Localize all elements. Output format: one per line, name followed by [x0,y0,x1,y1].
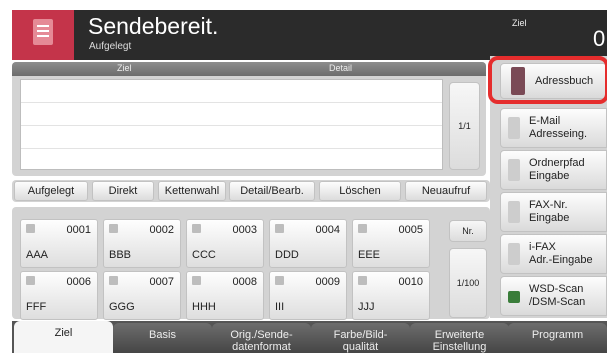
email-entry-button[interactable]: E-Mail Adresseing. [500,108,607,148]
contact-icon [275,224,284,233]
column-ziel: Ziel [117,63,132,73]
scanner-icon [508,291,520,303]
tab-basis[interactable]: Basis [113,323,212,353]
kettenwahl-button[interactable]: Kettenwahl [158,181,226,201]
folder-icon [508,159,520,181]
tab-program[interactable]: Programm [508,323,607,353]
contact-icon [275,276,284,285]
destination-count: 0 [593,26,606,51]
detail-edit-button[interactable]: Detail/Bearb. [229,181,315,201]
tab-original-format[interactable]: Orig./Sende-datenformat [212,323,311,353]
destination-label: Ziel [512,18,527,28]
tab-advanced-settings[interactable]: Erweiterte Einstellung [410,323,509,353]
destination-list[interactable] [20,79,443,170]
contact-icon [109,276,118,285]
one-touch-key[interactable]: 0005 EEE [352,219,430,268]
fax-number-button[interactable]: FAX-Nr. Eingabe [500,192,607,232]
recall-button[interactable]: Neuaufruf [405,181,487,201]
contact-icon [109,224,118,233]
one-touch-key[interactable]: 0004 DDD [269,219,347,268]
number-search-button[interactable]: Nr. [449,220,487,242]
folder-path-button[interactable]: Ordnerpfad Eingabe [500,150,607,190]
one-touch-key[interactable]: 0003 CCC [186,219,264,268]
one-touch-key[interactable]: 0001 AAA [20,219,98,268]
one-touch-key[interactable]: 0006 FFF [20,271,98,320]
fax-icon [508,201,520,223]
one-touch-key[interactable]: 0008 HHH [186,271,264,320]
one-touch-key[interactable]: 0002 BBB [103,219,181,268]
one-touch-key[interactable]: 0007 GGG [103,271,181,320]
tab-ziel[interactable]: Ziel [14,321,113,353]
highlight-outline [488,56,607,104]
status-subtitle: Aufgelegt [89,41,132,52]
contact-icon [26,276,35,285]
contact-icon [26,224,35,233]
home-button[interactable] [12,10,74,60]
email-icon [508,117,520,139]
document-icon [33,19,53,45]
direkt-button[interactable]: Direkt [92,181,154,201]
ifax-address-button[interactable]: i-FAX Adr.-Eingabe [500,234,607,274]
tab-color-quality[interactable]: Farbe/Bild-qualität [311,323,410,353]
delete-button[interactable]: Löschen [319,181,401,201]
wsd-scan-button[interactable]: WSD-Scan/DSM-Scan [500,276,607,316]
one-touch-key[interactable]: 0009 III [269,271,347,320]
ifax-icon [508,243,520,265]
contact-icon [358,276,367,285]
one-touch-key[interactable]: 0010 JJJ [352,271,430,320]
contact-icon [192,224,201,233]
list-header: Ziel Detail [12,62,486,76]
list-page-indicator: 1/1 [449,82,480,170]
keys-page-indicator: 1/100 [449,248,487,318]
status-title: Sendebereit. [88,13,219,39]
contact-icon [192,276,201,285]
contact-icon [358,224,367,233]
aufgelegt-button[interactable]: Aufgelegt [14,181,88,201]
column-detail: Detail [329,63,353,73]
